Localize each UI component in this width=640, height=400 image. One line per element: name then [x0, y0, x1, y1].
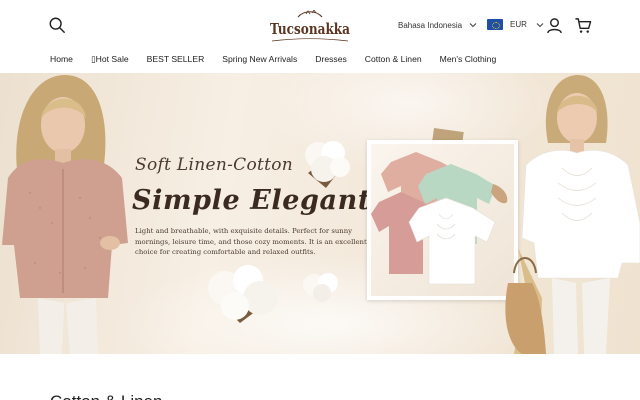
shirts-stack-image: [371, 152, 508, 285]
nav-item-dresses[interactable]: Dresses: [315, 54, 347, 68]
section-heading: Cotton & Linen: [50, 392, 162, 400]
currency-label: EUR: [510, 20, 527, 29]
logo-text: Tucsonakka: [270, 20, 350, 38]
eu-flag-icon: [487, 19, 503, 30]
model-left-image: [2, 75, 128, 354]
chevron-down-icon: [536, 22, 544, 27]
search-icon[interactable]: [48, 16, 66, 34]
currency-selector[interactable]: EUR: [487, 19, 545, 30]
nav-item-hot-sale[interactable]: ▯Hot Sale: [91, 54, 129, 68]
site-logo[interactable]: Tucsonakka: [268, 10, 352, 42]
cotton-flower-image: [305, 141, 350, 188]
nav-item-best-seller[interactable]: BEST SELLER: [147, 54, 205, 68]
model-right-image: [505, 75, 640, 354]
chevron-down-icon: [469, 23, 477, 28]
cotton-flower-image: [208, 265, 277, 323]
banner-title: Simple Elegant: [132, 185, 371, 216]
nav-item-cotton-linen[interactable]: Cotton & Linen: [365, 54, 422, 68]
cotton-flower-image: [303, 273, 338, 302]
main-nav: Home ▯Hot Sale BEST SELLER Spring New Ar…: [50, 54, 496, 68]
language-selector[interactable]: Bahasa Indonesia: [398, 20, 478, 30]
banner-subtitle: Soft Linen-Cotton: [135, 155, 294, 175]
user-icon[interactable]: [546, 17, 563, 34]
cart-icon[interactable]: [574, 17, 592, 34]
hero-banner: Soft Linen-Cotton Simple Elegant Light a…: [0, 73, 640, 354]
language-label: Bahasa Indonesia: [398, 20, 463, 30]
nav-item-home[interactable]: Home: [50, 54, 73, 68]
product-photo-card: [367, 140, 518, 300]
site-header: Tucsonakka Bahasa Indonesia EUR: [0, 0, 640, 50]
banner-description: Light and breathable, with exquisite det…: [135, 227, 367, 256]
nav-item-label: Hot Sale: [95, 54, 129, 64]
nav-item-spring-new-arrivals[interactable]: Spring New Arrivals: [222, 54, 297, 68]
nav-item-mens-clothing[interactable]: Men's Clothing: [440, 54, 497, 68]
